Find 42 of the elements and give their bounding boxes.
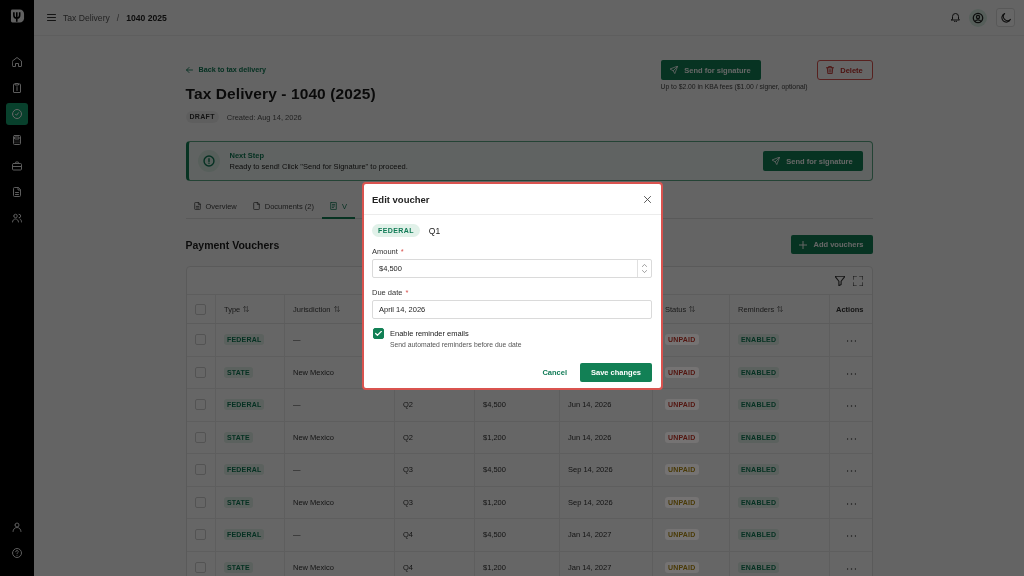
sort-icon[interactable]	[243, 306, 250, 312]
close-icon[interactable]	[644, 195, 651, 203]
quarter-label: Q1	[428, 225, 441, 236]
user-avatar-icon[interactable]	[969, 8, 987, 27]
arrow-left-icon	[185, 67, 193, 73]
receipt-icon	[329, 202, 337, 210]
clipboard-icon	[12, 83, 22, 93]
breadcrumb-separator: /	[116, 12, 120, 23]
sort-icon[interactable]	[777, 306, 784, 312]
plus-icon	[799, 240, 808, 249]
briefcase-icon	[12, 161, 22, 171]
trash-icon	[826, 66, 835, 74]
nav-item[interactable]	[6, 103, 28, 125]
send-icon	[772, 157, 781, 165]
filter-icon[interactable]	[834, 275, 845, 286]
page-title: Tax Delivery - 1040 (2025)	[185, 84, 376, 104]
help-icon	[12, 548, 22, 558]
theme-toggle-button[interactable]	[996, 8, 1015, 27]
chevron-up-icon[interactable]	[642, 264, 647, 267]
fullscreen-icon[interactable]	[852, 275, 863, 286]
breadcrumb-current: 1040 2025	[126, 12, 167, 23]
dialog-title: Edit voucher	[372, 193, 430, 205]
user-icon	[12, 522, 22, 532]
document-icon	[12, 187, 22, 197]
reminder-checkbox[interactable]	[373, 328, 384, 339]
logo-icon[interactable]	[9, 8, 25, 24]
breadcrumb-link[interactable]: Tax Delivery	[63, 12, 110, 23]
chevron-down-icon[interactable]	[642, 270, 647, 273]
alert-circle-icon	[197, 150, 220, 172]
send-icon	[670, 66, 679, 74]
sort-icon[interactable]	[689, 306, 696, 312]
home-icon	[12, 57, 22, 67]
sort-icon[interactable]	[333, 306, 340, 312]
users-icon	[12, 213, 22, 223]
document-icon	[193, 202, 201, 210]
section-title: Payment Vouchers	[185, 238, 280, 251]
moon-icon	[1000, 12, 1011, 23]
menu-icon[interactable]	[47, 14, 56, 21]
file-icon	[252, 202, 260, 210]
calculator-icon	[12, 135, 22, 145]
checkmark-icon	[375, 331, 382, 336]
bell-icon[interactable]	[951, 13, 960, 22]
